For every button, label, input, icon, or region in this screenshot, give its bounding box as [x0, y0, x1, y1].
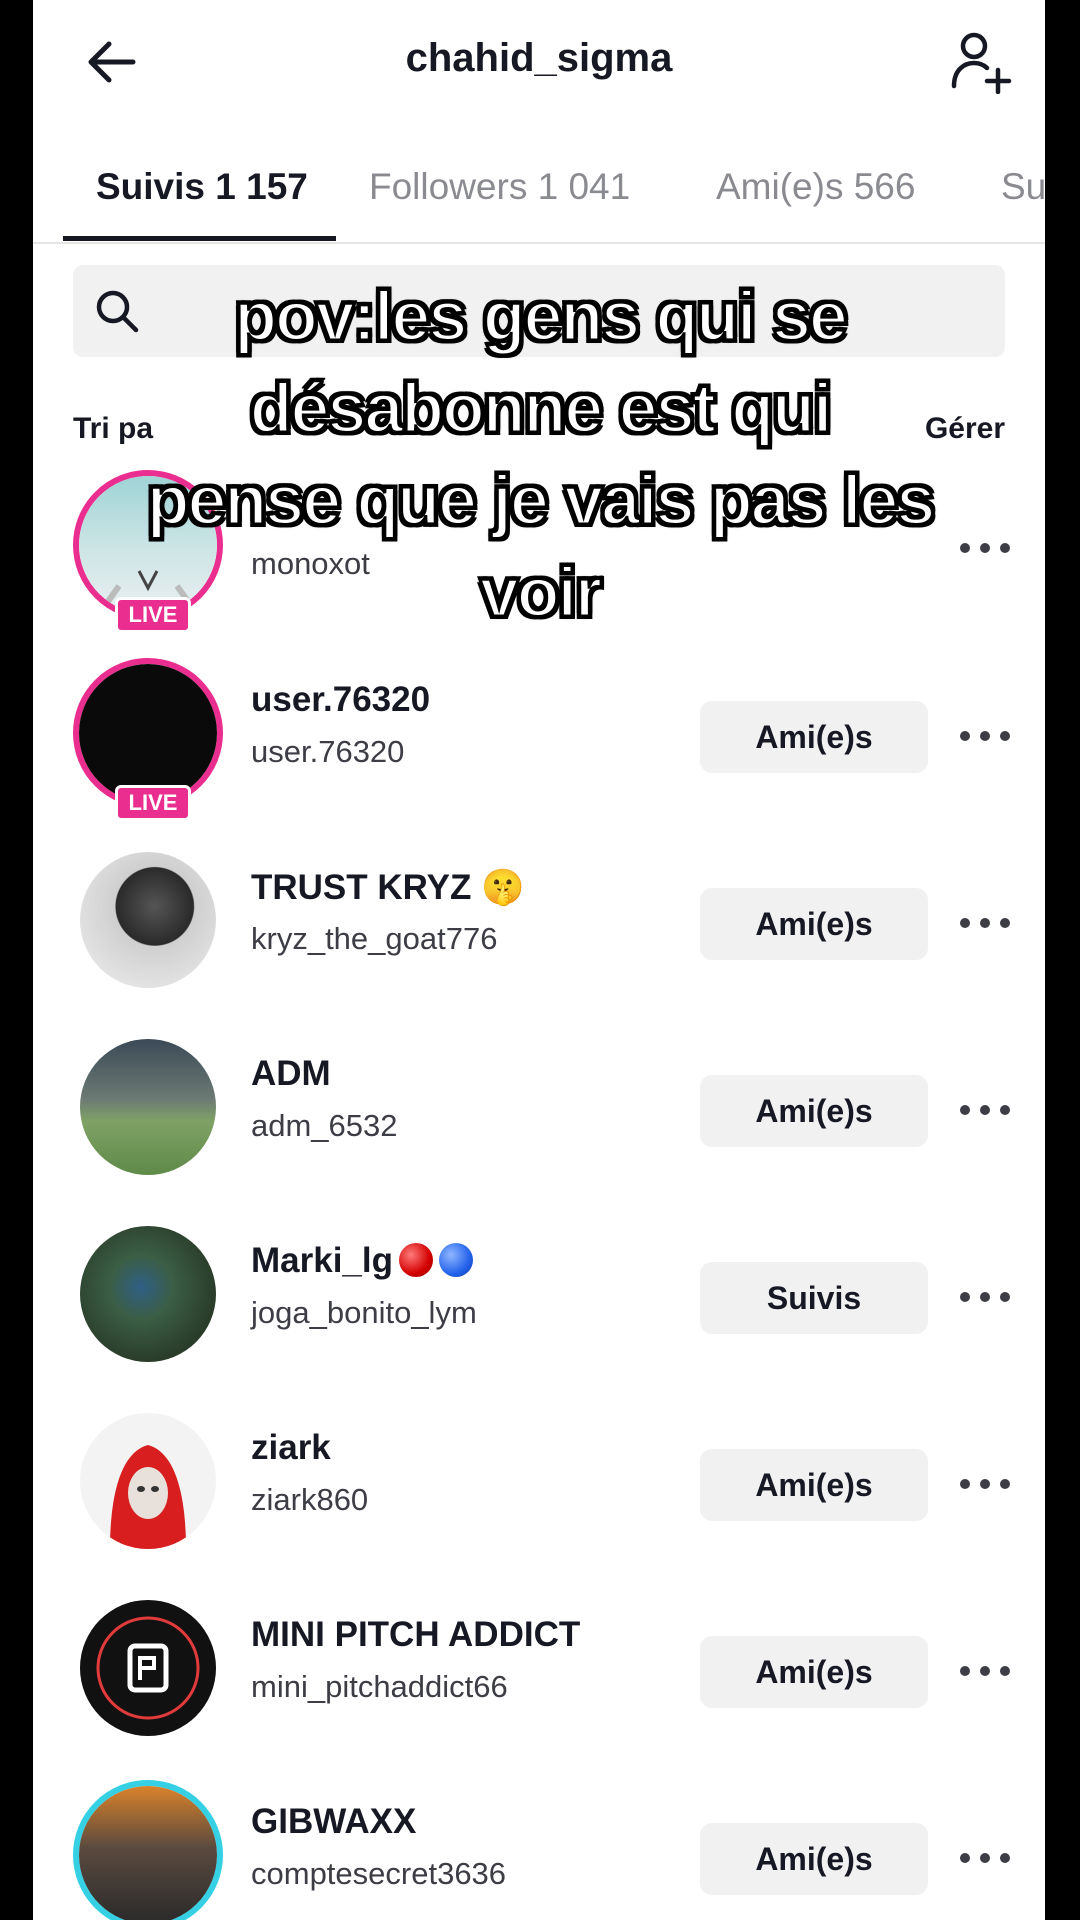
video-caption-overlay: pov:les gens qui se désabonne est qui pe…	[0, 270, 1080, 638]
caption-line: pov:les gens qui se	[233, 276, 850, 357]
user-handle: ziark860	[251, 1482, 369, 1517]
user-display-name: GIBWAXX	[251, 1802, 417, 1841]
user-display-name: ziark	[251, 1428, 331, 1467]
avatar[interactable]	[73, 1406, 223, 1556]
more-options-icon[interactable]	[955, 1843, 1015, 1873]
friends-button[interactable]: Ami(e)s	[700, 1636, 928, 1708]
tab-friends[interactable]: Ami(e)s 566	[716, 166, 915, 208]
friends-button[interactable]: Ami(e)s	[700, 888, 928, 960]
list-item[interactable]: ADM adm_6532 Ami(e)s	[33, 1032, 1045, 1219]
user-handle: mini_pitchaddict66	[251, 1669, 508, 1704]
caption-line: voir	[478, 552, 603, 633]
friends-button[interactable]: Ami(e)s	[700, 1075, 928, 1147]
caption-line: pense que je vais pas les	[145, 460, 937, 541]
avatar[interactable]	[73, 1219, 223, 1369]
list-item[interactable]: LIVE user.76320 user.76320 Ami(e)s	[33, 658, 1045, 845]
list-item[interactable]: GIBWAXX comptesecret3636 Ami(e)s	[33, 1780, 1045, 1920]
user-handle: kryz_the_goat776	[251, 921, 498, 956]
tab-following[interactable]: Suivis 1 157	[96, 166, 308, 208]
user-display-name: ADM	[251, 1054, 331, 1093]
tab-bar: Suivis 1 157 Followers 1 041 Ami(e)s 566…	[33, 140, 1045, 244]
following-button[interactable]: Suivis	[700, 1262, 928, 1334]
tab-suggested[interactable]: Su	[1001, 166, 1045, 208]
tab-followers[interactable]: Followers 1 041	[369, 166, 630, 208]
user-display-name: user.76320	[251, 680, 431, 719]
user-handle: joga_bonito_lym	[251, 1295, 477, 1330]
avatar[interactable]	[73, 1032, 223, 1182]
add-user-icon[interactable]	[950, 30, 1014, 94]
caption-line: désabonne est qui	[248, 368, 834, 449]
list-item[interactable]: ziark ziark860 Ami(e)s	[33, 1406, 1045, 1593]
user-display-name: MINI PITCH ADDICT	[251, 1615, 581, 1654]
blue-circle-icon	[439, 1243, 473, 1277]
more-options-icon[interactable]	[955, 1282, 1015, 1312]
user-display-name: TRUST KRYZ 🤫	[251, 868, 525, 907]
more-options-icon[interactable]	[955, 1469, 1015, 1499]
list-item[interactable]: Marki_lg joga_bonito_lym Suivis	[33, 1219, 1045, 1406]
friends-button[interactable]: Ami(e)s	[700, 1823, 928, 1895]
avatar[interactable]: LIVE	[73, 658, 223, 821]
user-handle: adm_6532	[251, 1108, 398, 1143]
user-display-name: Marki_lg	[251, 1241, 473, 1281]
list-item[interactable]: TRUST KRYZ 🤫 kryz_the_goat776 Ami(e)s	[33, 845, 1045, 1032]
page-title: chahid_sigma	[405, 36, 673, 80]
red-circle-icon	[399, 1243, 433, 1277]
user-handle: user.76320	[251, 734, 405, 769]
avatar[interactable]	[73, 1593, 223, 1743]
more-options-icon[interactable]	[955, 1656, 1015, 1686]
avatar[interactable]	[73, 1780, 223, 1920]
friends-button[interactable]: Ami(e)s	[700, 1449, 928, 1521]
user-handle: comptesecret3636	[251, 1856, 507, 1891]
friends-button[interactable]: Ami(e)s	[700, 701, 928, 773]
live-badge: LIVE	[115, 785, 191, 821]
more-options-icon[interactable]	[955, 908, 1015, 938]
avatar[interactable]	[73, 845, 223, 995]
header: chahid_sigma	[33, 0, 1045, 125]
list-item[interactable]: MINI PITCH ADDICT mini_pitchaddict66 Ami…	[33, 1593, 1045, 1780]
more-options-icon[interactable]	[955, 1095, 1015, 1125]
more-options-icon[interactable]	[955, 721, 1015, 751]
active-tab-indicator	[63, 236, 336, 241]
